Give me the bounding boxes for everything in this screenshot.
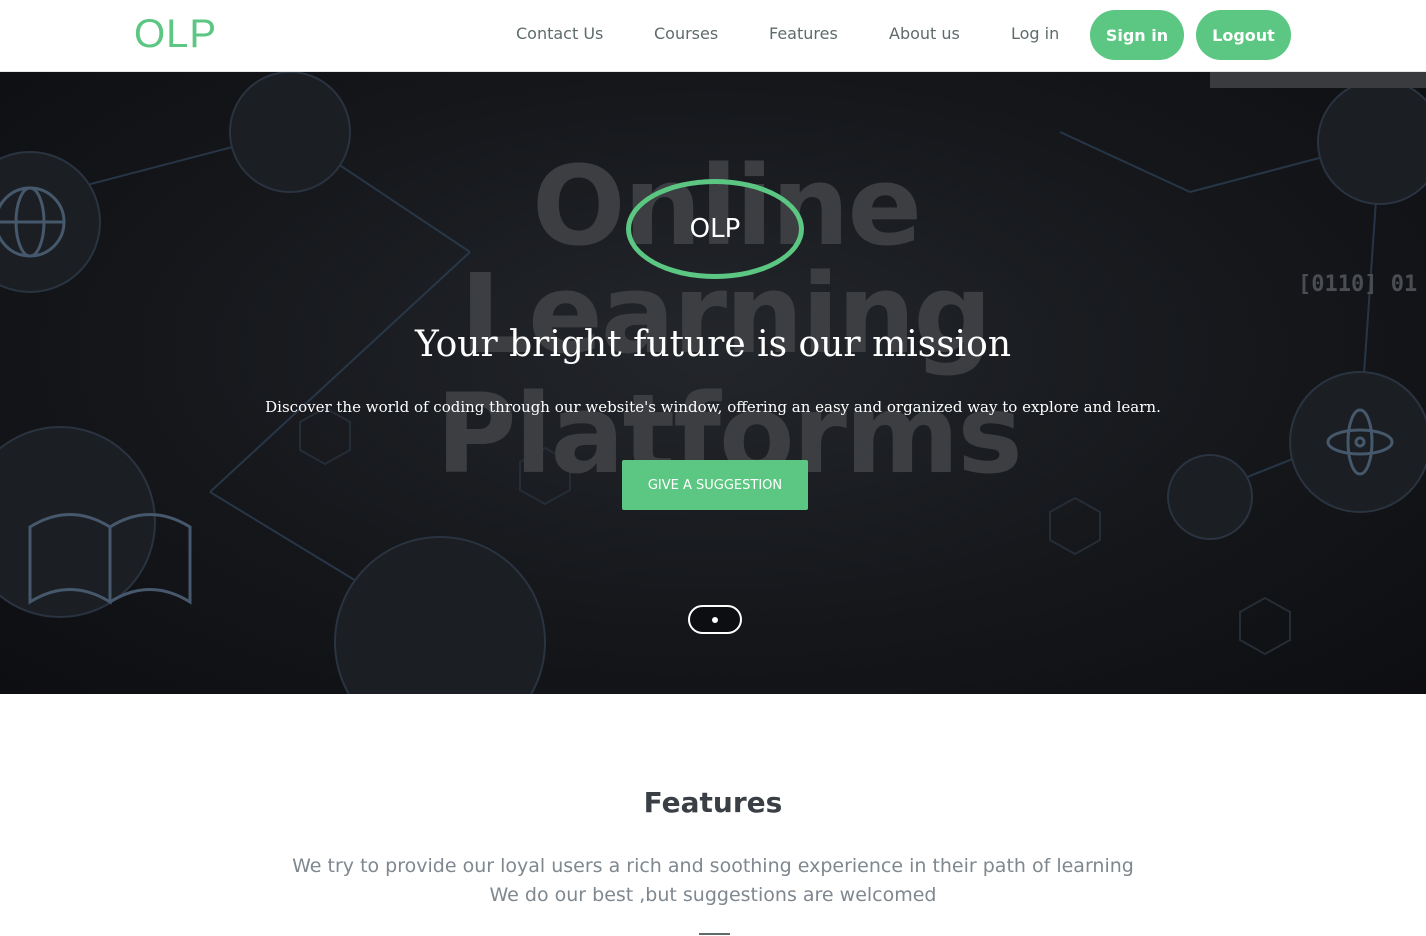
features-description-line: We try to provide our loyal users a rich… (292, 855, 1134, 877)
hero-carousel: Online Learning Platforms [0110] 01 OLP … (0, 72, 1426, 694)
nav-courses[interactable]: Courses (654, 24, 718, 48)
hero-corner-shadow (1210, 72, 1426, 88)
carousel-indicator[interactable] (688, 605, 742, 634)
logout-button[interactable]: Logout (1196, 10, 1291, 60)
section-divider (699, 933, 730, 935)
features-description-line: We do our best ,but suggestions are welc… (489, 884, 937, 906)
hero-subtitle: Discover the world of coding through our… (265, 398, 1161, 416)
hero-badge-text: OLP (689, 214, 741, 244)
nav-features[interactable]: Features (769, 24, 838, 48)
hero-logo-badge: OLP (626, 179, 804, 279)
sign-in-button[interactable]: Sign in (1090, 10, 1184, 60)
carousel-dot-icon[interactable] (712, 617, 718, 623)
features-heading: Features (643, 786, 783, 819)
site-header: OLP Contact Us Courses Features About us… (0, 0, 1426, 72)
site-logo[interactable]: OLP (134, 12, 217, 57)
nav-log-in[interactable]: Log in (1011, 24, 1059, 48)
background-binary-text: [0110] 01 (1298, 272, 1418, 297)
nav-contact-us[interactable]: Contact Us (516, 24, 603, 48)
hero-title: Your bright future is our mission (414, 324, 1012, 365)
give-suggestion-button[interactable]: GIVE A SUGGESTION (622, 460, 808, 510)
nav-about-us[interactable]: About us (889, 24, 960, 48)
